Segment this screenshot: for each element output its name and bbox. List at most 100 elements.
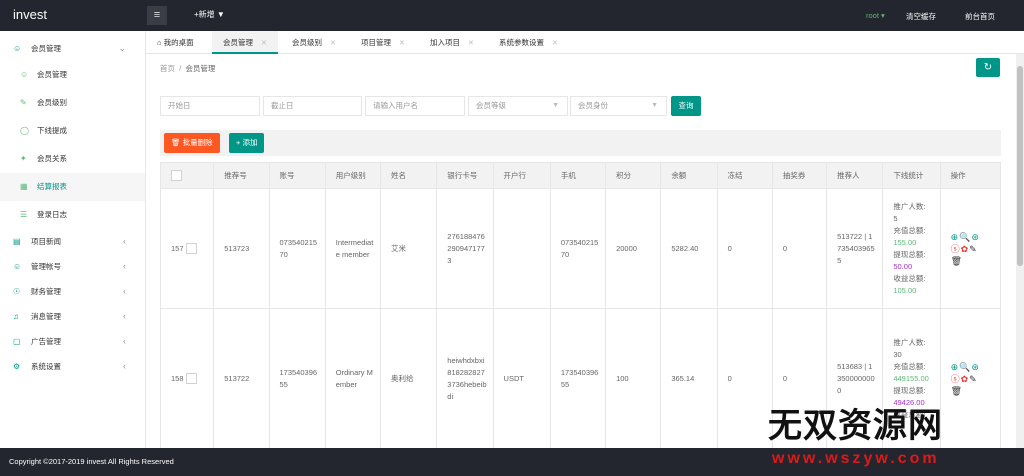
sidebar-item-report[interactable]: ▦ 结算报表 [0,173,145,201]
close-icon[interactable]: ✕ [468,40,474,47]
sidebar-item-relation[interactable]: ✦ 会员关系 [0,145,145,173]
withdraw-icon[interactable]: ⊛ [971,231,980,243]
admin-icon: ☺ [13,262,22,271]
sidebar-group-finance[interactable]: ☉ 财务管理 ‹ [0,279,145,304]
trash-icon: 🗑 [171,138,181,147]
tab-member-manage[interactable]: 会员管理 ✕ [212,31,278,54]
money-icon[interactable]: ⓢ [951,373,961,385]
row-actions: ⊕🔍⊛ ⓢ✿✎ 🗑 [939,308,1002,449]
tab-system-params[interactable]: 系统参数设置 ✕ [488,31,569,54]
close-icon[interactable]: ✕ [330,40,336,47]
table-header-cell: 余额 [660,162,718,189]
withdraw-icon[interactable]: ⊛ [971,361,980,373]
table-header-cell: 积分 [605,162,662,189]
level-icon: ✎ [20,98,27,107]
recharge-icon[interactable]: ⊕ [951,231,960,243]
username-input[interactable]: 请输入用户名 [365,96,465,116]
sidebar: ☺ 会员管理 ⌄ ☺ 会员管理 ✎ 会员级别 ◯ 下线提成 ✦ 会员关系 ▦ 结… [0,31,146,448]
money-icon[interactable]: ⓢ [951,243,961,255]
add-new-menu[interactable]: +新增 ▼ [194,9,225,20]
chevron-left-icon: ‹ [123,236,126,246]
chevron-left-icon: ‹ [123,336,126,346]
edit-icon[interactable]: ✎ [969,243,978,255]
finance-icon: ☉ [13,287,21,296]
app-logo[interactable]: invest [13,7,47,22]
user-icon: ☺ [13,44,22,53]
tab-join-project[interactable]: 加入项目 ✕ [419,31,485,54]
add-button[interactable]: + 添加 [229,133,265,153]
tab-project-manage[interactable]: 项目管理 ✕ [350,31,416,54]
close-icon[interactable]: ✕ [261,40,267,47]
delete-icon[interactable]: 🗑 [951,255,963,267]
level-select[interactable]: 会员等级 ▼ [468,96,568,116]
edit-icon[interactable]: ✎ [969,373,978,385]
ad-icon: ▢ [13,337,21,346]
log-icon: ☰ [20,210,28,219]
close-icon[interactable]: ✕ [552,40,558,47]
chevron-left-icon: ‹ [123,286,126,296]
sidebar-item-commission[interactable]: ◯ 下线提成 [0,117,145,145]
tag-icon[interactable]: ✿ [961,373,970,385]
commission-icon: ◯ [20,126,29,135]
close-icon[interactable]: ✕ [399,40,405,47]
downline-stats: 推广人数: 5 充值总额: 155.00 提现总额: 50.00 收益总额: 105.0… [882,188,941,309]
search-button[interactable]: 查询 [671,96,701,116]
caret-down-icon: ▼ [552,102,559,109]
start-date-input[interactable]: 开始日 [160,96,260,116]
delete-icon[interactable]: 🗑 [951,385,963,397]
table-header-cell: 推荐人 [826,162,884,189]
user-icon: ☺ [20,70,29,79]
sidebar-item-login-log[interactable]: ☰ 登录日志 [0,201,145,229]
breadcrumb: 首页 / 会员管理 [160,64,216,73]
top-bar: invest ≡ +新增 ▼ root ▾ 清空缓存 前台首页 [0,0,1024,31]
search-icon[interactable]: 🔍 [959,231,971,243]
sidebar-group-admin[interactable]: ☺ 管理帐号 ‹ [0,254,145,279]
scrollbar[interactable] [1016,54,1024,448]
main-content: 首页 / 会员管理 ↻ 开始日 截止日 请输入用户名 会员等级 ▼ 会员身份 ▼ 查… [146,54,1016,449]
table-header-cell: 用户级别 [324,162,382,189]
sidebar-item-member-level[interactable]: ✎ 会员级别 [0,89,145,117]
user-menu[interactable]: root ▾ [866,11,885,20]
search-icon[interactable]: 🔍 [959,361,971,373]
relation-icon: ✦ [20,154,27,163]
chevron-down-icon: ⌄ [118,43,126,53]
message-icon: ♫ [13,312,19,321]
tab-bar: ⌂ 我的桌面 会员管理 ✕ 会员级别 ✕ 项目管理 ✕ 加入项目 ✕ 系统参数设置 ✕ [146,31,1024,54]
tab-member-level[interactable]: 会员级别 ✕ [281,31,347,54]
end-date-input[interactable]: 截止日 [263,96,362,116]
table-header-cell: 下线统计 [882,162,941,189]
gear-icon: ⚙ [13,362,21,371]
batch-delete-button[interactable]: 🗑 批量删除 [164,133,220,153]
refresh-icon: ↻ [983,62,993,73]
plus-icon: + [236,138,241,147]
tag-icon[interactable]: ✿ [961,243,970,255]
row-checkbox[interactable] [185,373,197,385]
chevron-left-icon: ‹ [123,361,126,371]
table-header-cell: 银行卡号 [436,162,494,189]
table-header-cell: 开户行 [492,162,551,189]
table-header-cell: 操作 [939,162,1002,189]
chevron-left-icon: ‹ [123,261,126,271]
sidebar-item-member-manage[interactable]: ☺ 会员管理 [0,61,145,89]
scrollbar-thumb[interactable] [1017,66,1023,266]
sidebar-group-ad[interactable]: ▢ 广告管理 ‹ [0,329,145,354]
row-checkbox[interactable] [185,243,197,255]
recharge-icon[interactable]: ⊕ [951,361,960,373]
table-header-cell: 抽奖券 [771,162,828,189]
row-actions: ⊕🔍⊛ ⓢ✿✎ 🗑 [939,188,1002,309]
report-icon: ▦ [20,182,28,191]
menu-toggle-button[interactable]: ≡ [147,6,167,25]
chevron-left-icon: ‹ [123,311,126,321]
sidebar-group-system[interactable]: ⚙ 系统设置 ‹ [0,354,145,379]
refresh-button[interactable]: ↻ [976,58,1000,77]
identity-select[interactable]: 会员身份 ▼ [570,96,667,116]
select-all-checkbox[interactable] [159,162,215,189]
sidebar-group-message[interactable]: ♫ 消息管理 ‹ [0,304,145,329]
front-home-link[interactable]: 前台首页 [965,11,995,22]
table-header-cell: 账号 [268,162,326,189]
tab-desktop[interactable]: ⌂ 我的桌面 [146,31,205,54]
clear-cache-link[interactable]: 清空缓存 [906,11,936,22]
sidebar-group-news[interactable]: ▤ 项目新闻 ‹ [0,229,145,254]
sidebar-group-member[interactable]: ☺ 会员管理 ⌄ [0,36,145,61]
breadcrumb-home[interactable]: 首页 [160,64,175,73]
